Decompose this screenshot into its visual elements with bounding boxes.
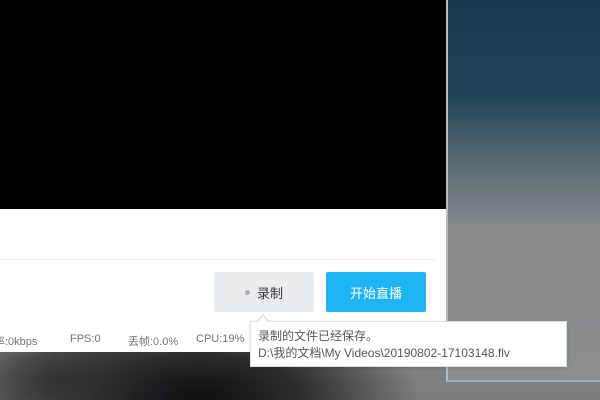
start-live-button[interactable]: 开始直播 [326,272,426,312]
controls-divider [0,259,436,260]
record-dot-icon [244,289,250,295]
app-window: 录制 开始直播 率:0kbps FPS:0 丢帧:0.0% CPU:19% [0,0,446,352]
tooltip-arrow-fill [257,316,269,323]
record-button-label: 录制 [256,285,283,301]
video-preview [0,0,446,209]
cpu-stat: CPU:19% [196,333,245,345]
dropped-frames-stat: 丢帧:0.0% [128,336,179,348]
save-tooltip: 录制的文件已经保存。 D:\我的文档\My Videos\20190802-17… [250,321,567,367]
start-live-button-label: 开始直播 [349,285,402,301]
fps-stat: FPS:0 [70,333,101,345]
bitrate-stat: 率:0kbps [0,336,38,348]
tooltip-file-path: D:\我的文档\My Videos\20190802-17103148.flv [258,346,510,360]
tooltip-message: 录制的文件已经保存。 [258,329,379,343]
record-button[interactable]: 录制 [214,272,314,312]
side-panel-edge [446,380,600,382]
